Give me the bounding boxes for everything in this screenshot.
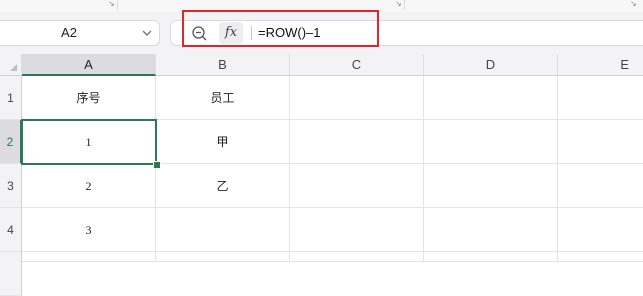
- cell-a1[interactable]: 序号: [22, 76, 156, 120]
- annotation-highlight-box: [182, 10, 379, 47]
- cell-c4[interactable]: [290, 208, 424, 252]
- name-box-value[interactable]: A2: [0, 21, 138, 45]
- row-header-1[interactable]: 1: [0, 76, 22, 120]
- row-header-5[interactable]: [0, 252, 22, 296]
- cell-d4[interactable]: [424, 208, 558, 252]
- name-box[interactable]: A2: [0, 20, 160, 46]
- dialog-launcher-icon[interactable]: ↘: [395, 0, 402, 8]
- cell-e5[interactable]: [558, 252, 643, 262]
- column-header-e[interactable]: E: [558, 54, 643, 76]
- cell-b5[interactable]: [156, 252, 290, 262]
- cell-a3[interactable]: 2: [22, 164, 156, 208]
- cell-b4[interactable]: [156, 208, 290, 252]
- cell-c5[interactable]: [290, 252, 424, 262]
- cell-e2[interactable]: [558, 120, 643, 164]
- dialog-launcher-icon[interactable]: ↘: [108, 0, 115, 8]
- cell-d1[interactable]: [424, 76, 558, 120]
- fill-handle[interactable]: [153, 161, 161, 169]
- column-header-d[interactable]: D: [424, 54, 558, 76]
- select-all-icon[interactable]: [0, 54, 22, 76]
- cell-e3[interactable]: [558, 164, 643, 208]
- column-header-c[interactable]: C: [290, 54, 424, 76]
- cell-a2[interactable]: 1: [22, 120, 156, 164]
- column-header-a[interactable]: A: [22, 54, 156, 76]
- row-header-3[interactable]: 3: [0, 164, 22, 208]
- cell-e1[interactable]: [558, 76, 643, 120]
- row-header-2[interactable]: 2: [0, 120, 22, 164]
- cell-d2[interactable]: [424, 120, 558, 164]
- cell-d3[interactable]: [424, 164, 558, 208]
- ribbon-separator: [404, 0, 405, 10]
- cell-c1[interactable]: [290, 76, 424, 120]
- cell-d5[interactable]: [424, 252, 558, 262]
- chevron-down-icon[interactable]: [141, 27, 153, 39]
- cell-b2[interactable]: 甲: [156, 120, 290, 164]
- row-header-4[interactable]: 4: [0, 208, 22, 252]
- cell-a5[interactable]: [22, 252, 156, 262]
- cell-e4[interactable]: [558, 208, 643, 252]
- cell-b1[interactable]: 员工: [156, 76, 290, 120]
- ribbon-separator: [117, 0, 118, 10]
- dialog-launcher-icon[interactable]: ↘: [630, 0, 637, 8]
- column-header-b[interactable]: B: [156, 54, 290, 76]
- cell-a4[interactable]: 3: [22, 208, 156, 252]
- cell-b3[interactable]: 乙: [156, 164, 290, 208]
- cell-c2[interactable]: [290, 120, 424, 164]
- cell-c3[interactable]: [290, 164, 424, 208]
